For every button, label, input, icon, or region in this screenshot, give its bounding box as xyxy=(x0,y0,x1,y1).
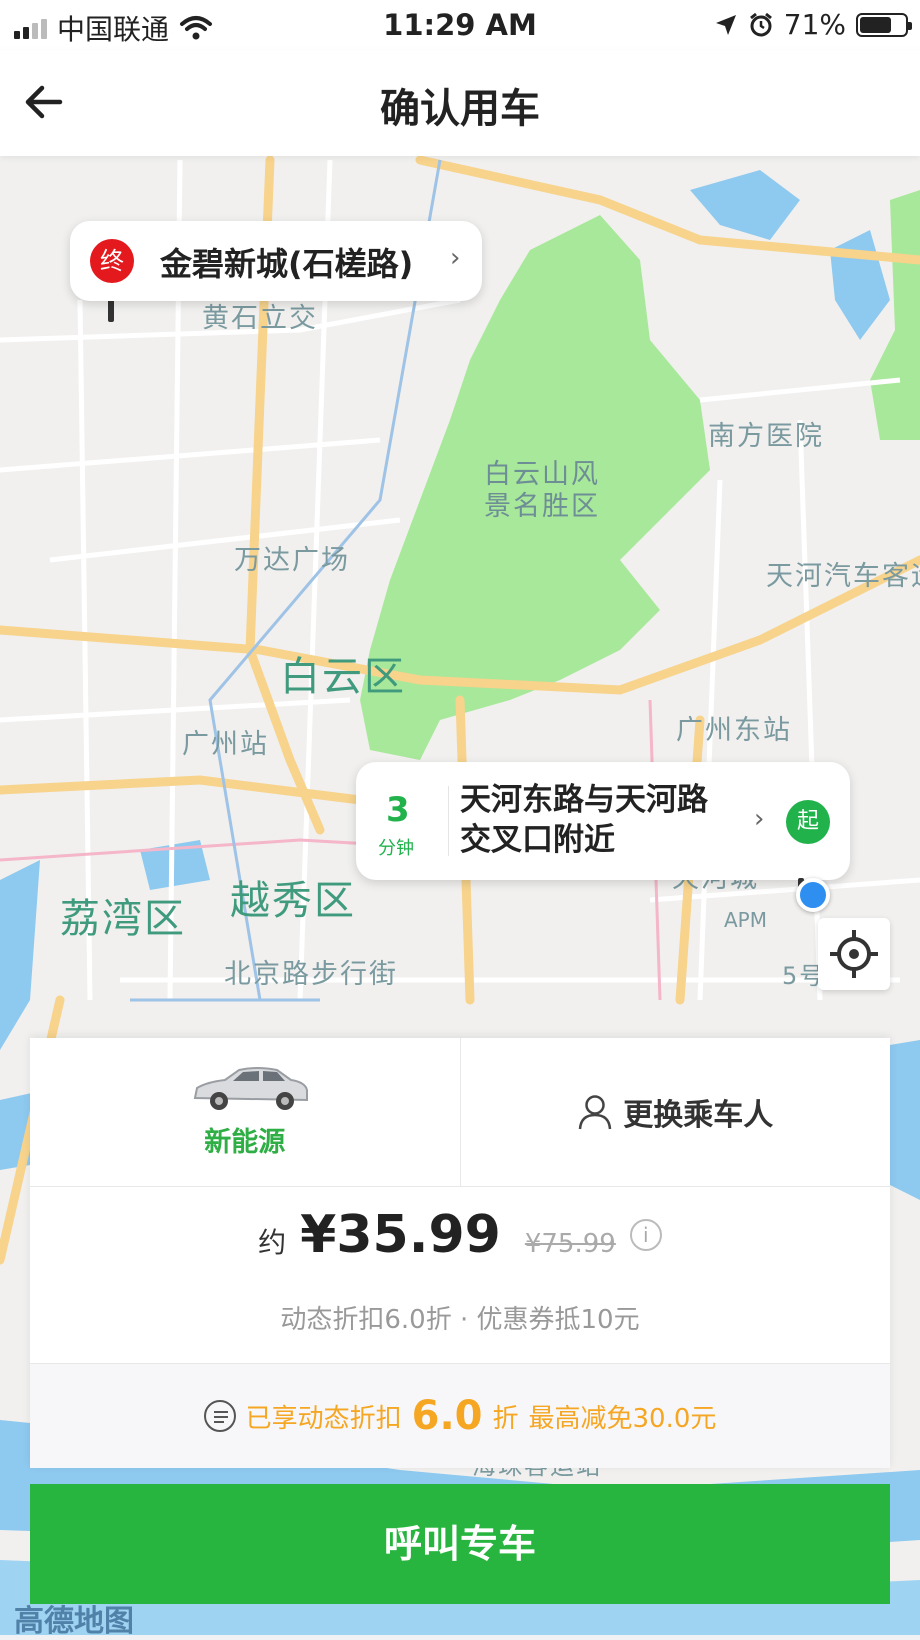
pickup-label: 天河东路与天河路 交叉口附近 xyxy=(460,780,708,860)
car-type-option[interactable]: 新能源 xyxy=(30,1038,460,1186)
map-label: 北京路步行街 xyxy=(224,959,398,990)
map-label: 景名胜区 xyxy=(484,491,600,522)
map-label: 南方医院 xyxy=(708,421,824,452)
pickup-label-line2: 交叉口附近 xyxy=(460,822,615,858)
person-icon xyxy=(579,1095,612,1130)
discount-suffix: 折 xyxy=(492,1403,519,1434)
pickup-badge: 起 xyxy=(786,800,830,844)
car-type-label: 新能源 xyxy=(204,1127,286,1158)
chevron-right-icon: › xyxy=(450,243,461,273)
alarm-icon xyxy=(749,12,772,36)
call-car-button[interactable]: 呼叫专车 xyxy=(30,1484,890,1604)
map-label: 黄石立交 xyxy=(202,303,318,334)
eta-unit: 分钟 xyxy=(378,838,414,859)
status-bar: 中国联通 11:29 AM 71% xyxy=(0,0,920,50)
district-label: 白云区 xyxy=(280,654,406,700)
change-passenger-button[interactable]: 更换乘车人 xyxy=(459,1038,891,1186)
nav-bar: 确认用车 xyxy=(0,50,920,156)
divider xyxy=(448,786,449,856)
booking-panel: 新能源 更换乘车人 约 ¥35.99 ¥75.99 i 动态折扣6.0折 · 优… xyxy=(30,1038,890,1468)
chevron-right-icon: › xyxy=(754,804,765,834)
map-label: 广州站 xyxy=(182,729,269,760)
discount-value: 6.0 xyxy=(411,1393,483,1439)
estimated-price: ¥35.99 xyxy=(300,1205,501,1265)
crosshair-icon xyxy=(830,930,878,978)
price-detail: 动态折扣6.0折 · 优惠券抵10元 xyxy=(280,1305,640,1335)
map-label: 广州东站 xyxy=(676,715,792,746)
price-prefix: 约 xyxy=(258,1226,287,1259)
map-label: 天河汽车客运 xyxy=(766,561,920,592)
district-label: 荔湾区 xyxy=(60,896,186,942)
current-location-icon xyxy=(796,878,830,912)
pickup-label-line1: 天河东路与天河路 xyxy=(460,782,708,818)
page-title: 确认用车 xyxy=(380,86,540,132)
district-label: 越秀区 xyxy=(230,878,356,924)
info-icon[interactable]: i xyxy=(629,1219,662,1251)
eta-value: 3 xyxy=(386,790,410,830)
destination-badge: 终 xyxy=(90,239,134,283)
discount-prefix: 已享动态折扣 xyxy=(245,1403,402,1434)
price-section[interactable]: 约 ¥35.99 ¥75.99 i 动态折扣6.0折 · 优惠券抵10元 xyxy=(30,1187,890,1364)
location-arrow-icon xyxy=(715,14,736,35)
map-brand-logo: 高德地图 xyxy=(14,1604,134,1639)
map-label: 万达广场 xyxy=(234,545,350,576)
pickup-bubble[interactable]: 3 分钟 天河东路与天河路 交叉口附近 › 起 xyxy=(356,762,850,880)
list-icon xyxy=(203,1400,236,1432)
destination-label: 金碧新城(石槎路) xyxy=(160,245,414,283)
change-passenger-label: 更换乘车人 xyxy=(623,1098,774,1133)
battery-percent: 71% xyxy=(783,8,846,41)
locate-button[interactable] xyxy=(818,918,890,990)
car-icon xyxy=(193,1067,308,1110)
original-price: ¥75.99 xyxy=(524,1229,616,1259)
discount-banner: 已享动态折扣 6.0 折 最高减免30.0元 xyxy=(30,1364,890,1468)
map-label: APM xyxy=(724,908,767,932)
discount-max: 最高减免30.0元 xyxy=(528,1403,717,1434)
destination-bubble[interactable]: 终 金碧新城(石槎路) › xyxy=(70,221,482,301)
battery-icon xyxy=(856,12,912,37)
